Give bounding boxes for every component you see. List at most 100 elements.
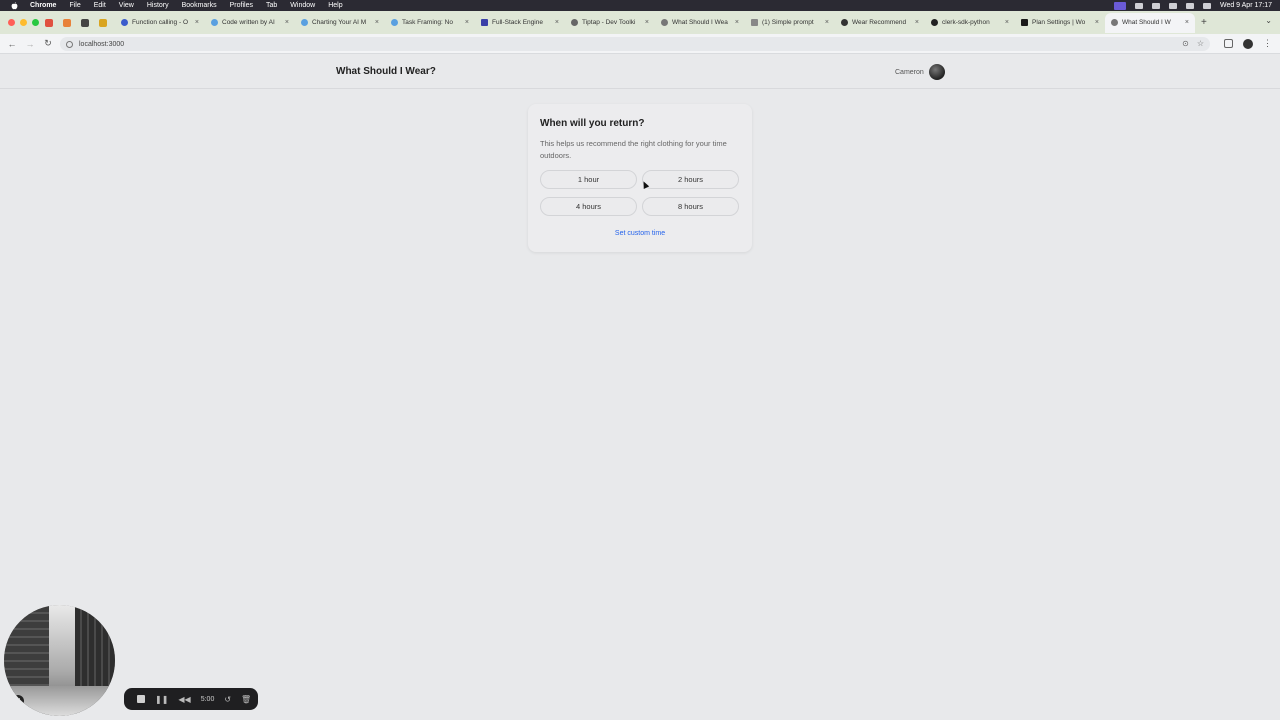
trash-icon[interactable]: 🗑 bbox=[241, 695, 251, 704]
menu-file[interactable]: File bbox=[69, 2, 80, 9]
webcam-overlay: N bbox=[4, 605, 115, 716]
tab-favicon-icon bbox=[121, 19, 128, 26]
pinned-tab-icon[interactable] bbox=[45, 18, 53, 27]
tab-search-chevron-icon[interactable]: ⌄ bbox=[1265, 16, 1272, 25]
option-1-hour-button[interactable]: 1 hour bbox=[540, 170, 637, 189]
menu-history[interactable]: History bbox=[147, 2, 169, 9]
tab-favicon-icon bbox=[1111, 19, 1118, 26]
menu-bar-clock[interactable]: Wed 9 Apr 17:17 bbox=[1220, 2, 1272, 9]
close-tab-icon[interactable]: × bbox=[195, 19, 199, 26]
recording-timer: 5:00 bbox=[200, 695, 215, 703]
browser-tab[interactable]: (1) Simple prompt × bbox=[745, 13, 835, 33]
user-name: Cameron bbox=[895, 68, 924, 76]
menu-bookmarks[interactable]: Bookmarks bbox=[182, 2, 217, 9]
tab-favicon-icon bbox=[481, 19, 488, 26]
recording-controls: ❚❚ ◀◀ 5:00 ↺ 🗑 bbox=[124, 688, 258, 710]
tab-favicon-icon bbox=[1021, 19, 1028, 26]
bookmark-star-icon[interactable]: ☆ bbox=[1197, 39, 1204, 48]
menu-view[interactable]: View bbox=[119, 2, 134, 9]
macos-menu-bar: Chrome File Edit View History Bookmarks … bbox=[0, 0, 1280, 11]
close-tab-icon[interactable]: × bbox=[1005, 19, 1009, 26]
close-tab-icon[interactable]: × bbox=[1095, 19, 1099, 26]
menu-edit[interactable]: Edit bbox=[94, 2, 106, 9]
close-window-button[interactable] bbox=[8, 19, 15, 26]
close-tab-icon[interactable]: × bbox=[1185, 19, 1189, 26]
browser-tab[interactable]: Wear Recommend × bbox=[835, 13, 925, 33]
screen-recording-icon[interactable] bbox=[1113, 1, 1126, 10]
tab-favicon-icon bbox=[211, 19, 218, 26]
return-time-card: When will you return? This helps us reco… bbox=[528, 104, 752, 252]
tab-favicon-icon bbox=[301, 19, 308, 26]
close-tab-icon[interactable]: × bbox=[825, 19, 829, 26]
browser-tab[interactable]: What Should I Wea × bbox=[655, 13, 745, 33]
avatar[interactable] bbox=[928, 64, 945, 80]
user-menu[interactable]: Cameron bbox=[895, 64, 945, 80]
tab-favicon-icon bbox=[661, 19, 668, 26]
pinned-tab-icon[interactable] bbox=[81, 18, 89, 27]
close-tab-icon[interactable]: × bbox=[285, 19, 289, 26]
option-4-hours-button[interactable]: 4 hours bbox=[540, 197, 637, 216]
browser-toolbar: ← → ↻ localhost:3000 ⊙ ☆ ⋮ bbox=[0, 34, 1280, 54]
apple-icon[interactable] bbox=[9, 1, 19, 10]
menu-app-chrome[interactable]: Chrome bbox=[30, 2, 56, 9]
tab-favicon-icon bbox=[391, 19, 398, 26]
menu-bar-status-area: Wed 9 Apr 17:17 bbox=[1113, 0, 1272, 11]
close-tab-icon[interactable]: × bbox=[465, 19, 469, 26]
control-center-icon[interactable] bbox=[1202, 2, 1211, 9]
browser-tab[interactable]: Function calling - O × bbox=[115, 13, 205, 33]
browser-menu-icon[interactable]: ⋮ bbox=[1263, 38, 1272, 49]
location-icon[interactable]: ⊙ bbox=[1182, 39, 1189, 48]
pinned-tabs bbox=[45, 18, 107, 27]
browser-tab[interactable]: Code written by AI × bbox=[205, 13, 295, 33]
profile-avatar-icon[interactable] bbox=[1243, 38, 1253, 49]
address-bar[interactable]: localhost:3000 ⊙ ☆ bbox=[60, 37, 1210, 51]
pinned-tab-icon[interactable] bbox=[99, 18, 107, 27]
rewind-icon[interactable]: ◀◀ bbox=[178, 695, 190, 704]
status-icon[interactable] bbox=[1151, 2, 1160, 9]
browser-tab[interactable]: clerk-sdk-python × bbox=[925, 13, 1015, 33]
back-arrow-icon[interactable]: ← bbox=[6, 39, 18, 49]
menu-tab[interactable]: Tab bbox=[266, 2, 277, 9]
status-icon[interactable] bbox=[1134, 2, 1143, 9]
browser-tab[interactable]: Task Framing: No × bbox=[385, 13, 475, 33]
browser-tab[interactable]: Charting Your AI M × bbox=[295, 13, 385, 33]
browser-tab-active[interactable]: What Should I W × bbox=[1105, 12, 1195, 33]
tab-favicon-icon bbox=[751, 19, 758, 26]
fullscreen-window-button[interactable] bbox=[32, 19, 39, 26]
restart-icon[interactable]: ↺ bbox=[224, 695, 231, 704]
app-title[interactable]: What Should I Wear? bbox=[336, 66, 436, 77]
battery-icon[interactable] bbox=[1168, 2, 1177, 9]
card-description: This helps us recommend the right clothi… bbox=[540, 139, 727, 160]
extensions-icon[interactable] bbox=[1224, 39, 1233, 48]
close-tab-icon[interactable]: × bbox=[915, 19, 919, 26]
set-custom-time-link[interactable]: Set custom time bbox=[528, 230, 752, 237]
new-tab-icon[interactable]: + bbox=[1201, 17, 1207, 28]
site-info-icon[interactable] bbox=[66, 40, 73, 48]
minimize-window-button[interactable] bbox=[20, 19, 27, 26]
address-url: localhost:3000 bbox=[79, 40, 125, 48]
forward-arrow-icon[interactable]: → bbox=[24, 39, 36, 49]
close-tab-icon[interactable]: × bbox=[735, 19, 739, 26]
browser-tab[interactable]: Full-Stack Engine × bbox=[475, 13, 565, 33]
browser-tab-strip: Function calling - O × Code written by AI… bbox=[0, 11, 1280, 34]
menu-help[interactable]: Help bbox=[328, 2, 342, 9]
webcam-badge-icon: N bbox=[12, 695, 24, 707]
close-tab-icon[interactable]: × bbox=[375, 19, 379, 26]
pinned-tab-icon[interactable] bbox=[63, 18, 71, 27]
close-tab-icon[interactable]: × bbox=[555, 19, 559, 26]
card-title: When will you return? bbox=[540, 118, 645, 129]
app-header: What Should I Wear? Cameron bbox=[0, 55, 1280, 89]
wifi-icon[interactable] bbox=[1185, 2, 1194, 9]
menu-window[interactable]: Window bbox=[290, 2, 315, 9]
tab-favicon-icon bbox=[931, 19, 938, 26]
browser-tab[interactable]: Plan Settings | Wo × bbox=[1015, 13, 1105, 33]
browser-tab[interactable]: Tiptap - Dev Toolki × bbox=[565, 13, 655, 33]
option-8-hours-button[interactable]: 8 hours bbox=[642, 197, 739, 216]
window-controls bbox=[8, 19, 39, 26]
option-2-hours-button[interactable]: 2 hours bbox=[642, 170, 739, 189]
reload-icon[interactable]: ↻ bbox=[42, 38, 54, 49]
pause-icon[interactable]: ❚❚ bbox=[155, 695, 168, 704]
close-tab-icon[interactable]: × bbox=[645, 19, 649, 26]
menu-profiles[interactable]: Profiles bbox=[230, 2, 253, 9]
stop-recording-icon[interactable] bbox=[137, 695, 145, 703]
